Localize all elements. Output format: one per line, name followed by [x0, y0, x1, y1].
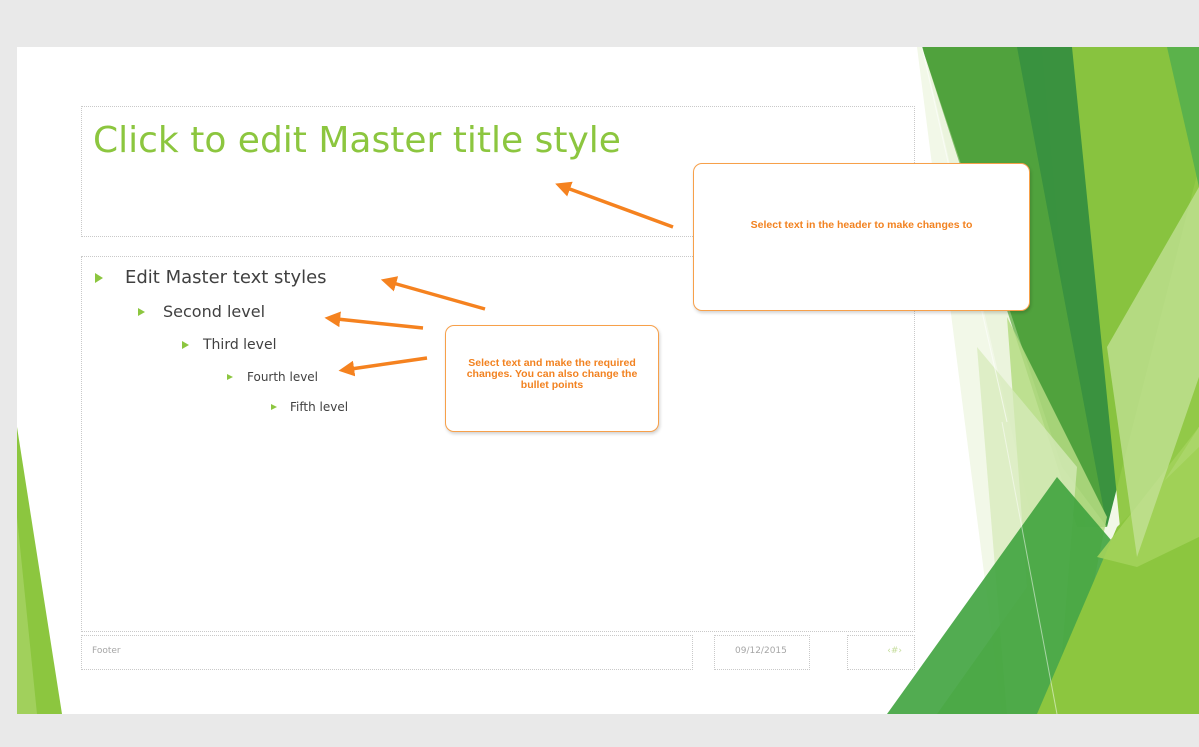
header-callout: Select text in the header to make change…: [693, 163, 1030, 311]
text-level-4-label: Fourth level: [247, 370, 319, 384]
slide-master[interactable]: Click to edit Master title style Edit Ma…: [17, 47, 1199, 714]
body-callout-text: Select text and make the required change…: [466, 357, 638, 391]
bullet-triangle-icon: [95, 272, 103, 283]
text-level-4[interactable]: Fourth level: [227, 370, 318, 384]
date-placeholder[interactable]: 09/12/2015: [714, 635, 810, 670]
text-level-5-label: Fifth level: [290, 400, 349, 414]
body-placeholder[interactable]: Edit Master text styles Second level Thi…: [81, 256, 915, 632]
bullet-triangle-icon: [227, 374, 233, 380]
date-text: 09/12/2015: [735, 646, 787, 656]
text-level-3-label: Third level: [203, 337, 277, 353]
text-level-1-label: Edit Master text styles: [125, 267, 327, 288]
text-level-2-label: Second level: [163, 302, 266, 321]
slide-number-placeholder[interactable]: ‹#›: [847, 635, 915, 670]
bullet-triangle-icon: [138, 307, 145, 316]
text-level-2[interactable]: Second level: [138, 302, 265, 321]
slide-number-text: ‹#›: [887, 646, 902, 656]
footer-text: Footer: [92, 646, 121, 656]
app-canvas: Click to edit Master title style Edit Ma…: [0, 0, 1199, 747]
text-level-5[interactable]: Fifth level: [271, 400, 348, 414]
footer-placeholder[interactable]: Footer: [81, 635, 693, 670]
bullet-triangle-icon: [182, 341, 189, 349]
text-level-3[interactable]: Third level: [182, 337, 276, 353]
master-title[interactable]: Click to edit Master title style: [93, 120, 621, 161]
body-callout: Select text and make the required change…: [445, 325, 659, 432]
header-callout-text: Select text in the header to make change…: [750, 219, 973, 231]
bullet-triangle-icon: [271, 404, 277, 410]
text-level-1[interactable]: Edit Master text styles: [95, 267, 327, 288]
